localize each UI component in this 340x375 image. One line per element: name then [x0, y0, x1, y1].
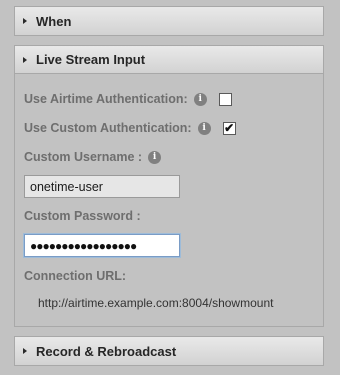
when-panel-title: When: [36, 13, 72, 29]
triangle-right-icon: [23, 348, 27, 354]
custom-username-label: Custom Username :: [24, 150, 143, 164]
custom-username-input[interactable]: onetime-user: [24, 175, 180, 198]
custom-password-row: Custom Password :: [24, 209, 141, 223]
checkmark-icon: ✔: [224, 121, 235, 135]
live-stream-input-panel: Live Stream Input Use Airtime Authentica…: [14, 45, 324, 327]
when-panel-header[interactable]: When: [15, 7, 323, 35]
record-rebroadcast-header[interactable]: Record & Rebroadcast: [15, 337, 323, 365]
custom-auth-row: Use Custom Authentication: i ✔: [24, 121, 236, 135]
custom-password-label: Custom Password :: [24, 209, 141, 223]
record-rebroadcast-title: Record & Rebroadcast: [36, 343, 177, 359]
triangle-right-icon: [23, 56, 27, 63]
info-icon[interactable]: i: [193, 92, 207, 106]
live-stream-input-header[interactable]: Live Stream Input: [15, 46, 323, 74]
airtime-auth-checkbox[interactable]: [218, 92, 232, 106]
airtime-auth-label: Use Airtime Authentication:: [24, 92, 188, 106]
triangle-right-icon: [23, 18, 27, 24]
custom-password-input[interactable]: ●●●●●●●●●●●●●●●●●: [24, 234, 180, 257]
custom-username-value: onetime-user: [30, 179, 103, 194]
custom-password-value: ●●●●●●●●●●●●●●●●●: [30, 238, 137, 253]
custom-username-row: Custom Username : i: [24, 150, 162, 164]
when-panel: When: [14, 6, 324, 36]
info-icon[interactable]: i: [148, 150, 162, 164]
live-stream-input-title: Live Stream Input: [36, 52, 146, 67]
custom-auth-checkbox[interactable]: ✔: [222, 121, 236, 135]
connection-url-row: Connection URL:: [24, 269, 126, 283]
airtime-auth-row: Use Airtime Authentication: i: [24, 92, 232, 106]
custom-auth-label: Use Custom Authentication:: [24, 121, 192, 135]
connection-url-label: Connection URL:: [24, 269, 127, 283]
record-rebroadcast-panel: Record & Rebroadcast: [14, 336, 324, 366]
info-icon[interactable]: i: [197, 121, 211, 135]
connection-url-value: http://airtime.example.com:8004/showmoun…: [38, 296, 274, 310]
